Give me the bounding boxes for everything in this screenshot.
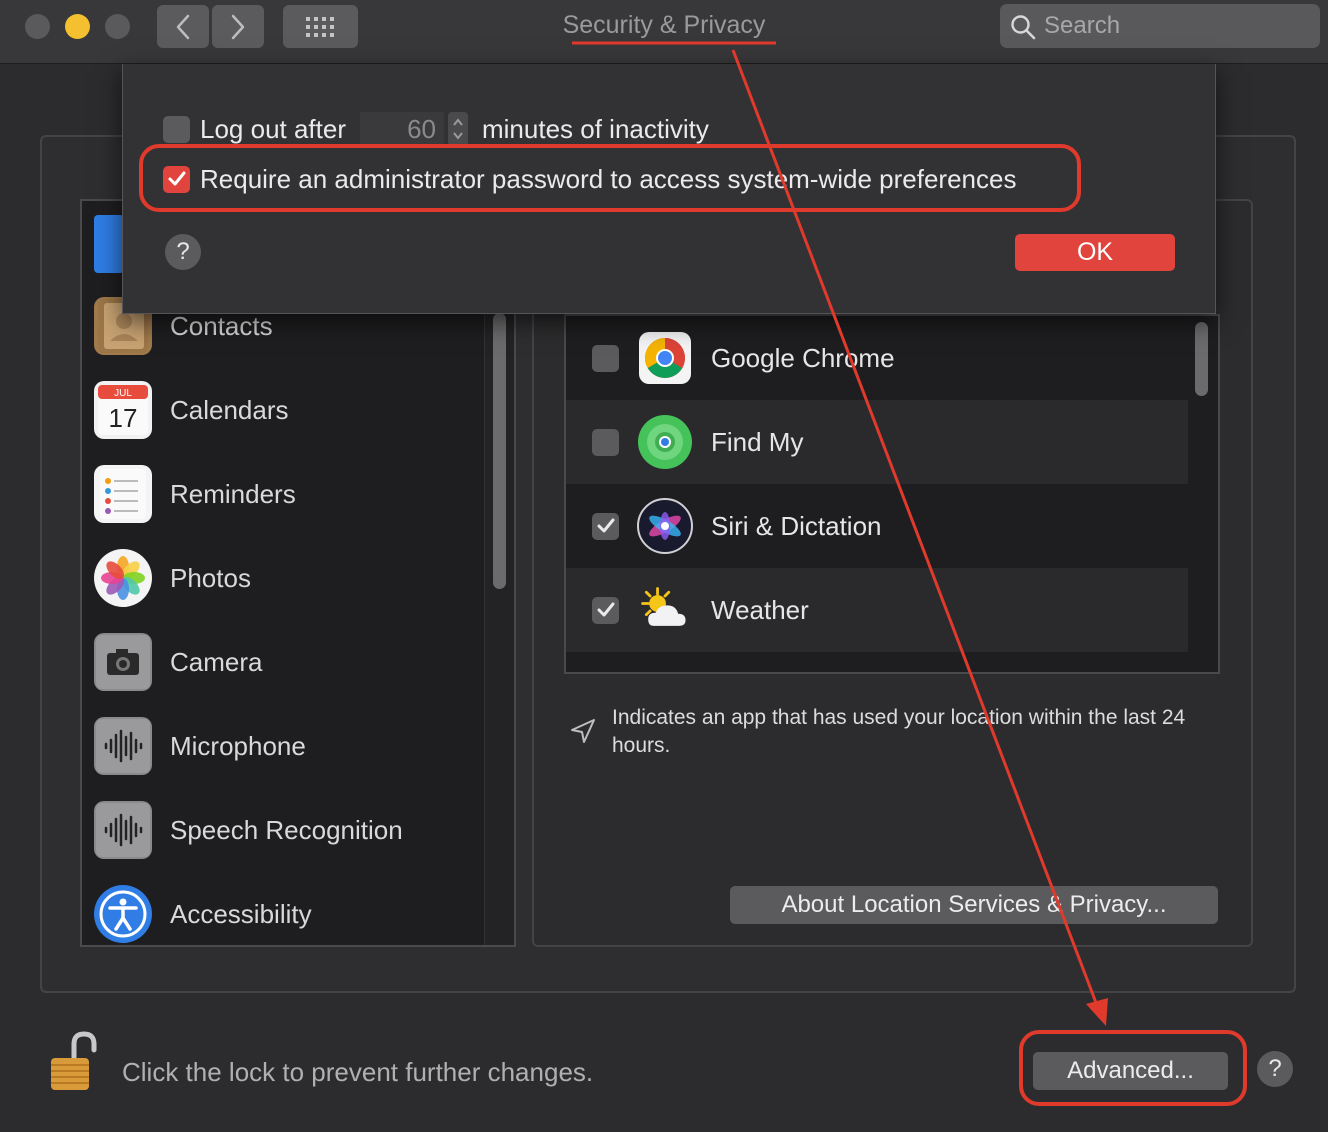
sidebar-item-reminders[interactable]: Reminders xyxy=(94,461,296,527)
checkmark-icon xyxy=(168,171,185,186)
microphone-icon xyxy=(94,717,152,775)
app-name: Find My xyxy=(711,426,804,457)
sidebar-item-label: Reminders xyxy=(170,478,296,509)
sidebar-item-label: Microphone xyxy=(170,730,306,761)
help-button[interactable]: ? xyxy=(1257,1051,1293,1087)
sidebar-item-label: Calendars xyxy=(170,394,289,425)
search-field[interactable] xyxy=(1000,4,1320,48)
logout-checkbox[interactable] xyxy=(163,115,190,143)
app-location-table: Google Chrome Find My Siri & Dictation W… xyxy=(564,314,1220,674)
about-location-services-button[interactable]: About Location Services & Privacy... xyxy=(730,886,1218,924)
admin-password-label: Require an administrator password to acc… xyxy=(200,163,1017,194)
find-my-icon xyxy=(637,414,693,470)
sidebar-item-accessibility[interactable]: Accessibility xyxy=(94,881,312,945)
search-icon xyxy=(1011,15,1036,40)
annotation-arrow-head xyxy=(1086,998,1108,1026)
checkmark-icon xyxy=(597,518,614,533)
calendar-day-text: 17 xyxy=(109,403,138,433)
stepper-arrows-icon xyxy=(453,118,463,140)
app-name: Google Chrome xyxy=(711,342,895,373)
location-note: Indicates an app that has used your loca… xyxy=(612,706,1186,757)
checkbox-weather[interactable] xyxy=(592,596,619,624)
calendar-month-text: JUL xyxy=(114,388,132,399)
accessibility-icon xyxy=(94,885,152,943)
checkbox-siri[interactable] xyxy=(592,512,619,540)
checkbox-find-my[interactable] xyxy=(592,428,619,456)
lock-status-text: Click the lock to prevent further change… xyxy=(122,1057,594,1087)
sidebar-item-microphone[interactable]: Microphone xyxy=(94,713,306,779)
weather-icon xyxy=(637,582,693,638)
table-row-partial xyxy=(566,652,1188,672)
logout-minutes-stepper[interactable] xyxy=(448,112,468,146)
logout-label: Log out after xyxy=(200,113,346,144)
ok-button[interactable]: OK xyxy=(1015,234,1175,271)
table-row-weather[interactable]: Weather xyxy=(566,568,1188,652)
sidebar-item-speech-recognition[interactable]: Speech Recognition xyxy=(94,797,403,863)
search-input[interactable] xyxy=(1044,8,1304,44)
photos-icon xyxy=(94,549,152,607)
logout-row: Log out after 60 minutes of inactivity xyxy=(163,112,709,146)
checkmark-icon xyxy=(597,602,614,617)
siri-icon xyxy=(637,498,693,554)
sidebar-item-label: Contacts xyxy=(170,310,273,341)
app-name: Siri & Dictation xyxy=(711,510,882,541)
advanced-button[interactable]: Advanced... xyxy=(1033,1052,1228,1090)
location-arrow-icon xyxy=(571,719,595,743)
sidebar-item-camera[interactable]: Camera xyxy=(94,629,262,695)
table-row-siri[interactable]: Siri & Dictation xyxy=(566,484,1188,568)
sidebar-item-label: Accessibility xyxy=(170,898,312,929)
table-row-find-my[interactable]: Find My xyxy=(566,400,1188,484)
sheet-help-button[interactable]: ? xyxy=(165,234,201,270)
app-name: Weather xyxy=(711,594,809,625)
sidebar-item-label: Camera xyxy=(170,646,263,677)
advanced-sheet: Log out after 60 minutes of inactivity R… xyxy=(122,64,1216,314)
logout-suffix-label: minutes of inactivity xyxy=(482,113,709,144)
sidebar-item-label: Speech Recognition xyxy=(170,814,403,845)
camera-icon xyxy=(94,633,152,691)
unlocked-lock-icon[interactable] xyxy=(48,1030,100,1094)
table-scroll-thumb[interactable] xyxy=(1195,322,1208,396)
reminders-icon xyxy=(94,465,152,523)
calendar-icon: JUL 17 xyxy=(94,381,152,439)
speech-recognition-icon xyxy=(94,801,152,859)
title-bar: Security & Privacy xyxy=(0,0,1328,64)
admin-password-checkbox[interactable] xyxy=(163,165,190,193)
chrome-icon xyxy=(637,330,693,386)
admin-password-row: Require an administrator password to acc… xyxy=(163,162,1016,196)
sidebar-scroll-thumb[interactable] xyxy=(493,313,506,589)
sidebar-item-photos[interactable]: Photos xyxy=(94,545,251,611)
selected-item-icon xyxy=(94,215,124,273)
checkbox-chrome[interactable] xyxy=(592,344,619,372)
table-row-chrome[interactable]: Google Chrome xyxy=(566,316,1188,400)
logout-minutes-field[interactable]: 60 xyxy=(360,112,444,146)
sidebar-item-label: Photos xyxy=(170,562,251,593)
sidebar-item-calendars[interactable]: JUL 17 Calendars xyxy=(94,377,289,443)
